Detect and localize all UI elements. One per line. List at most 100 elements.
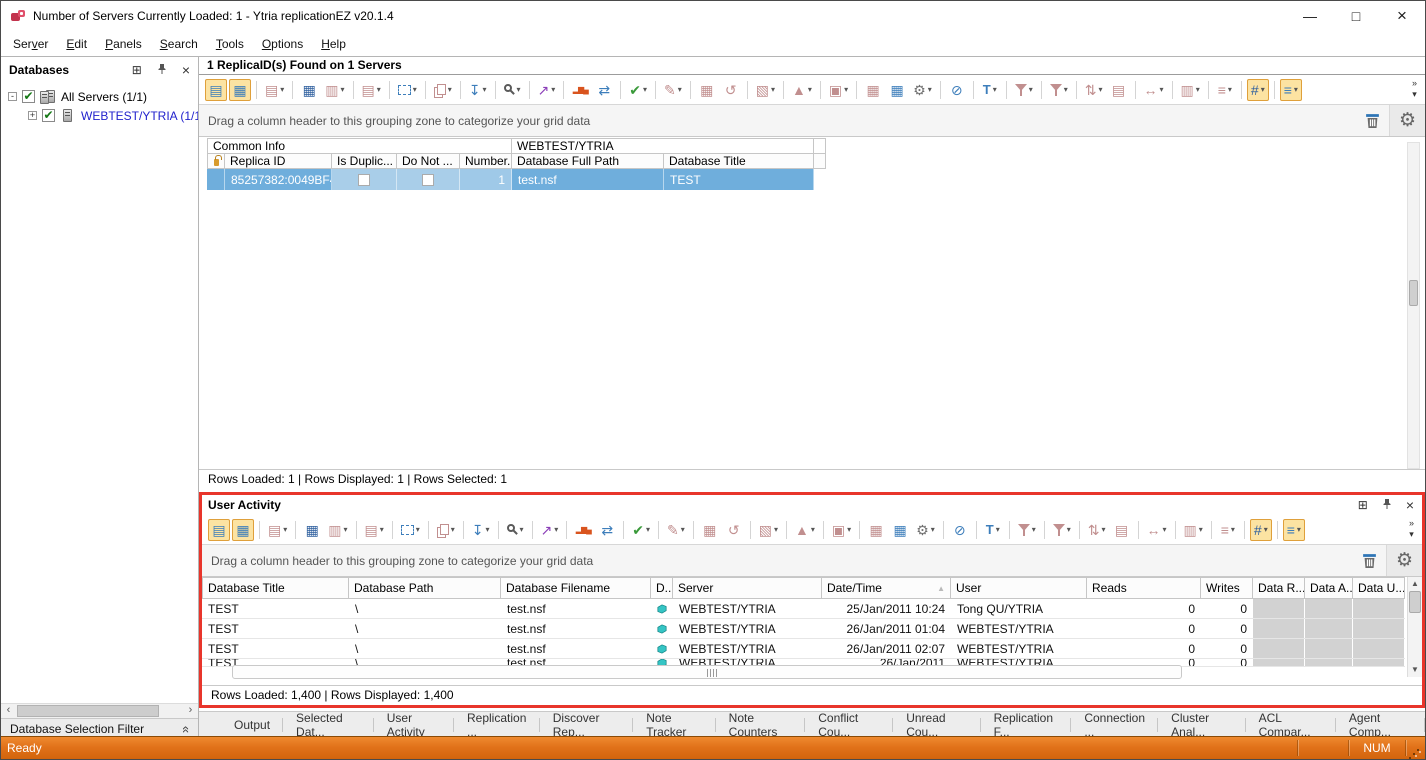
no-sync-button[interactable]: ⊘	[949, 519, 971, 541]
replica-vertical-scrollbar[interactable]	[1407, 142, 1420, 469]
panel-maximize-icon[interactable]: ⊞	[1358, 498, 1368, 512]
database-icon-cell[interactable]	[651, 619, 673, 638]
checkbox-checked-icon[interactable]: ✔	[42, 109, 55, 122]
grid-cell[interactable]	[207, 169, 225, 190]
filter-button[interactable]: ▾	[1012, 79, 1036, 101]
row-display-button[interactable]: ≡▾	[1280, 79, 1302, 101]
grid-cell[interactable]: 1	[460, 169, 512, 190]
histogram-button[interactable]: ▲▾	[792, 519, 818, 541]
maximize-button[interactable]: □	[1333, 1, 1379, 31]
menu-item-search[interactable]: Search	[151, 34, 207, 54]
column-width-button[interactable]: ↔▾	[1141, 79, 1167, 101]
database-icon-cell[interactable]	[651, 639, 673, 658]
column-header-d[interactable]: D...	[651, 577, 673, 599]
grid-cell[interactable]: 0	[1087, 599, 1201, 618]
checkbox-unchecked-icon[interactable]	[422, 174, 434, 186]
grid-cell[interactable]: TEST	[202, 639, 349, 658]
grid-cell[interactable]: 0	[1201, 659, 1253, 666]
grid-cell[interactable]	[1353, 619, 1405, 638]
scrollbar-thumb[interactable]	[1409, 280, 1418, 306]
grid-cell[interactable]: test.nsf	[501, 599, 651, 618]
no-sync-button[interactable]: ⊘	[946, 79, 968, 101]
row-display-button[interactable]: ≡▾	[1283, 519, 1305, 541]
edit-cells-button[interactable]: ✎▾	[664, 519, 688, 541]
tab-note-counters[interactable]: Note Counters	[716, 712, 806, 738]
tree-expander-icon[interactable]: +	[28, 111, 37, 120]
scrollbar-grip[interactable]	[707, 669, 717, 677]
column-header-database-filename[interactable]: Database Filename	[501, 577, 651, 599]
table-row[interactable]: TEST\test.nsfWEBTEST/YTRIA25/Jan/2011 10…	[202, 599, 1405, 619]
column-header-database-full-path[interactable]: Database Full Path	[512, 153, 664, 169]
table-row[interactable]: TEST\test.nsfWEBTEST/YTRIA26/Jan/2011 02…	[202, 639, 1405, 659]
grid-selected-row[interactable]: 85257382:0049BF481test.nsfTEST	[207, 169, 826, 190]
grid-cell[interactable]: TEST	[202, 599, 349, 618]
scrollbar-thumb[interactable]	[1409, 591, 1421, 613]
sidebar-horizontal-scrollbar[interactable]: ‹ ›	[1, 703, 198, 718]
add-rows-button[interactable]: ▤▾	[262, 79, 287, 101]
tab-connection[interactable]: Connection ...	[1071, 712, 1158, 738]
grid-cell[interactable]	[1253, 639, 1305, 658]
export-button[interactable]: ↗▾	[535, 79, 559, 101]
grid-cell[interactable]	[1353, 659, 1405, 666]
gear-icon[interactable]: ⚙	[1389, 105, 1425, 136]
user-activity-grouping-zone[interactable]: Drag a column header to this grouping zo…	[202, 545, 1422, 577]
column-header-data-u[interactable]: Data U...	[1353, 577, 1405, 599]
grid-cell[interactable]	[1253, 619, 1305, 638]
panel-close-icon[interactable]: ×	[182, 62, 190, 78]
grid-lines-button[interactable]: ▦	[696, 79, 718, 101]
grid-cell[interactable]: WEBTEST/YTRIA	[673, 639, 822, 658]
column-header-database-path[interactable]: Database Path	[349, 577, 501, 599]
checkbox-checked-icon[interactable]: ✔	[22, 90, 35, 103]
edit-cells-button[interactable]: ✎▾	[661, 79, 685, 101]
grid-cell[interactable]	[1253, 659, 1305, 666]
grid-cell[interactable]: test.nsf	[501, 619, 651, 638]
hierarchy-button[interactable]: ≡▾	[1214, 79, 1236, 101]
grid-cell[interactable]	[1353, 639, 1405, 658]
grid-cell[interactable]: 0	[1087, 639, 1201, 658]
collapse-icon[interactable]: «	[179, 726, 194, 731]
trash-icon[interactable]	[1355, 112, 1389, 129]
tab-note-tracker[interactable]: Note Tracker	[633, 712, 715, 738]
grid-cell[interactable]: 25/Jan/2011 10:24	[822, 599, 951, 618]
table-row[interactable]: TEST\test.nsfWEBTEST/YTRIA26/Jan/2011 01…	[202, 619, 1405, 639]
numbering-button[interactable]: #▾	[1250, 519, 1272, 541]
replica-grouping-zone[interactable]: Drag a column header to this grouping zo…	[199, 105, 1425, 137]
pin-icon[interactable]	[157, 63, 167, 78]
refresh-dates-button[interactable]: ▦	[889, 519, 911, 541]
tab-selected-dat[interactable]: Selected Dat...	[283, 712, 374, 738]
sort-button[interactable]: ⇅▾	[1085, 519, 1109, 541]
refresh-dates-button[interactable]: ▦	[886, 79, 908, 101]
grid-cell[interactable]	[1353, 599, 1405, 618]
text-format-button[interactable]: T▾	[982, 519, 1004, 541]
hide-columns-button[interactable]: ▦	[301, 519, 323, 541]
tab-conflict-cou[interactable]: Conflict Cou...	[805, 712, 893, 738]
tab-replication-f[interactable]: Replication F...	[981, 712, 1072, 738]
fit-frame-button[interactable]: ▣▾	[829, 519, 854, 541]
grid-cell[interactable]: WEBTEST/YTRIA	[951, 619, 1087, 638]
close-button[interactable]: ×	[1379, 1, 1425, 31]
fit-frame-button[interactable]: ▣▾	[826, 79, 851, 101]
band-header-webtest-ytria[interactable]: WEBTEST/YTRIA	[512, 138, 814, 154]
column-width-button[interactable]: ↔▾	[1144, 519, 1170, 541]
row-banding-button[interactable]: ▤▾	[362, 519, 387, 541]
grid-cell[interactable]: TEST	[664, 169, 814, 190]
chart-button[interactable]: ▂▆▄	[569, 79, 591, 101]
grid-cell[interactable]: WEBTEST/YTRIA	[951, 639, 1087, 658]
tree-item-webtest-ytria[interactable]: +✔WEBTEST/YTRIA (1/1)	[1, 106, 198, 125]
tab-discover-rep[interactable]: Discover Rep...	[540, 712, 633, 738]
checkbox-cell[interactable]	[332, 169, 397, 190]
scroll-down-icon[interactable]: ▼	[1408, 663, 1422, 677]
tab-output[interactable]: Output	[221, 712, 283, 738]
delete-columns-button[interactable]: ▦	[862, 79, 884, 101]
user-activity-horizontal-scrollbar[interactable]	[232, 665, 1182, 679]
chart-button[interactable]: ▂▆▄	[572, 519, 594, 541]
filter-button[interactable]: ▾	[1015, 519, 1039, 541]
panel-close-icon[interactable]: ×	[1406, 497, 1414, 513]
row-height-button[interactable]: ▤	[1111, 519, 1133, 541]
hierarchy-button[interactable]: ≡▾	[1217, 519, 1239, 541]
gear-icon[interactable]: ⚙	[1386, 545, 1422, 576]
column-header-database-title[interactable]: Database Title	[664, 153, 814, 169]
pivot-button[interactable]: ⇄	[593, 79, 615, 101]
selection-mode-button[interactable]: ▾	[398, 519, 423, 541]
pivot-button[interactable]: ⇄	[596, 519, 618, 541]
